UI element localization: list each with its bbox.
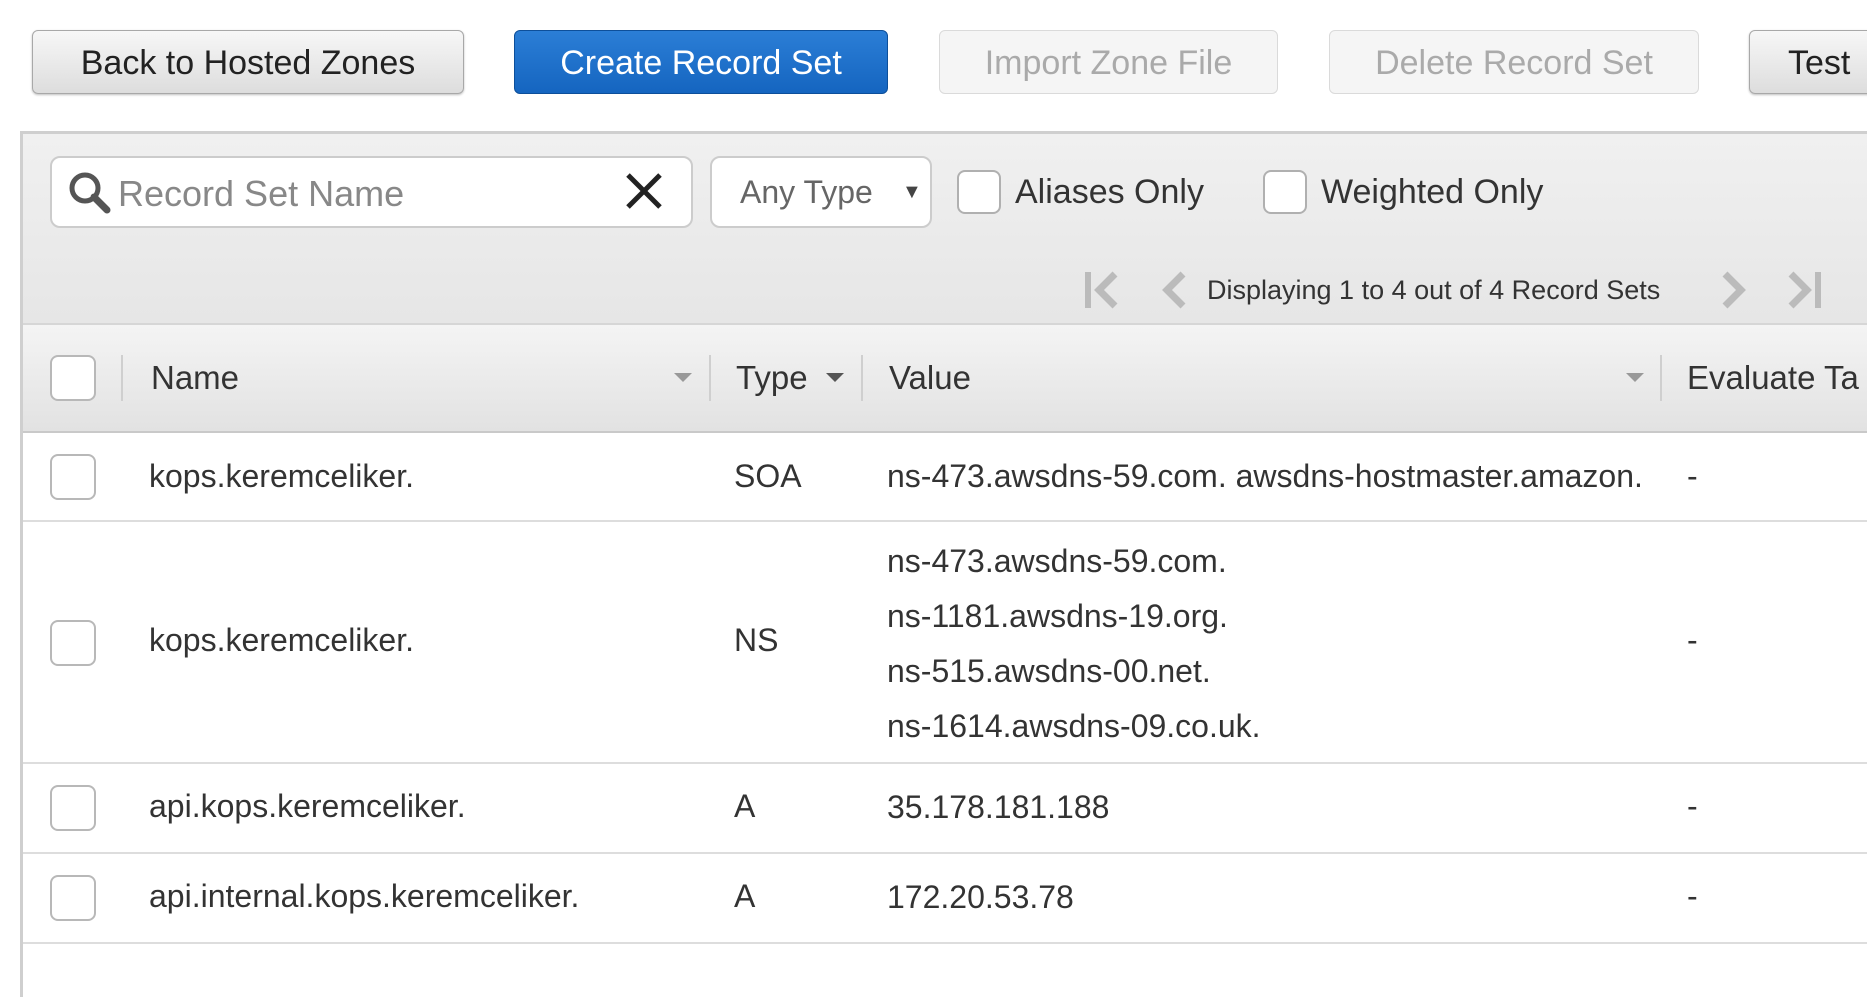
filter-bar: Any Type ▼ Aliases Only Weighted Only Di… bbox=[23, 134, 1867, 325]
record-name: kops.keremceliker. bbox=[149, 622, 414, 658]
column-separator bbox=[709, 355, 711, 401]
record-evaluate-target-health: - bbox=[1687, 458, 1698, 494]
record-evaluate-target-health: - bbox=[1687, 878, 1698, 914]
type-filter-value: Any Type bbox=[740, 174, 873, 210]
record-name: api.internal.kops.keremceliker. bbox=[149, 878, 580, 914]
record-type: NS bbox=[734, 622, 779, 658]
record-value-line: ns-1181.awsdns-19.org. bbox=[887, 598, 1228, 634]
delete-record-set-button[interactable]: Delete Record Set bbox=[1329, 30, 1699, 94]
record-value: 35.178.181.188 bbox=[887, 780, 1637, 835]
search-icon bbox=[69, 172, 111, 214]
pagination-status: Displaying 1 to 4 out of 4 Record Sets bbox=[1207, 275, 1661, 305]
row-checkbox[interactable] bbox=[50, 620, 96, 666]
select-all-checkbox[interactable] bbox=[50, 355, 96, 401]
type-sort-icon[interactable] bbox=[826, 373, 844, 382]
record-name: kops.keremceliker. bbox=[149, 458, 414, 494]
weighted-only-checkbox[interactable] bbox=[1263, 170, 1307, 214]
record-value-line: ns-515.awsdns-00.net. bbox=[887, 653, 1211, 689]
table-row[interactable]: api.kops.keremceliker. A 35.178.181.188 … bbox=[23, 764, 1867, 854]
test-record-set-button[interactable]: Test bbox=[1749, 30, 1867, 94]
last-page-icon[interactable] bbox=[1781, 268, 1825, 312]
record-value: ns-473.awsdns-59.com. awsdns-hostmaster.… bbox=[887, 449, 1641, 504]
column-header-evaluate-target-health[interactable]: Evaluate Ta bbox=[1687, 325, 1859, 431]
weighted-only-label: Weighted Only bbox=[1321, 173, 1544, 211]
record-name: api.kops.keremceliker. bbox=[149, 788, 466, 824]
row-checkbox[interactable] bbox=[50, 875, 96, 921]
route53-record-sets-page: Back to Hosted Zones Create Record Set I… bbox=[0, 0, 1867, 997]
column-header-value[interactable]: Value bbox=[889, 325, 971, 431]
table-row[interactable]: kops.keremceliker. NS ns-473.awsdns-59.c… bbox=[23, 522, 1867, 764]
record-value-line: ns-1614.awsdns-09.co.uk. bbox=[887, 708, 1261, 744]
row-checkbox[interactable] bbox=[50, 454, 96, 500]
search-input[interactable] bbox=[116, 170, 600, 218]
record-value: 172.20.53.78 bbox=[887, 870, 1637, 925]
column-separator bbox=[121, 355, 123, 401]
clear-search-icon[interactable] bbox=[622, 169, 666, 213]
table-row[interactable]: api.internal.kops.keremceliker. A 172.20… bbox=[23, 854, 1867, 944]
back-to-hosted-zones-button[interactable]: Back to Hosted Zones bbox=[32, 30, 464, 94]
record-evaluate-target-health: - bbox=[1687, 622, 1698, 658]
aliases-only-checkbox[interactable] bbox=[957, 170, 1001, 214]
column-header-name[interactable]: Name bbox=[151, 325, 239, 431]
record-type: A bbox=[734, 788, 756, 824]
next-page-icon[interactable] bbox=[1711, 268, 1755, 312]
previous-page-icon[interactable] bbox=[1153, 268, 1197, 312]
record-value-line: ns-473.awsdns-59.com. awsdns-hostmaster.… bbox=[887, 458, 1641, 494]
table-row[interactable]: kops.keremceliker. SOA ns-473.awsdns-59.… bbox=[23, 433, 1867, 522]
record-value: ns-473.awsdns-59.com. ns-1181.awsdns-19.… bbox=[887, 534, 1637, 754]
weighted-only-filter[interactable]: Weighted Only bbox=[1263, 170, 1563, 220]
first-page-icon[interactable] bbox=[1081, 268, 1125, 312]
record-value-line: 172.20.53.78 bbox=[887, 879, 1074, 915]
column-separator bbox=[861, 355, 863, 401]
record-value-line: 35.178.181.188 bbox=[887, 789, 1110, 825]
aliases-only-filter[interactable]: Aliases Only bbox=[957, 170, 1217, 220]
row-checkbox[interactable] bbox=[50, 785, 96, 831]
create-record-set-button[interactable]: Create Record Set bbox=[514, 30, 888, 94]
record-type: SOA bbox=[734, 458, 802, 494]
import-zone-file-button[interactable]: Import Zone File bbox=[939, 30, 1278, 94]
type-filter-select[interactable]: Any Type ▼ bbox=[710, 156, 932, 228]
record-sets-panel: Any Type ▼ Aliases Only Weighted Only Di… bbox=[20, 131, 1867, 997]
search-box bbox=[50, 156, 693, 228]
aliases-only-label: Aliases Only bbox=[1015, 173, 1204, 211]
name-sort-icon[interactable] bbox=[674, 373, 692, 382]
record-value-line: ns-473.awsdns-59.com. bbox=[887, 543, 1227, 579]
dropdown-arrow-icon: ▼ bbox=[902, 181, 922, 203]
record-evaluate-target-health: - bbox=[1687, 788, 1698, 824]
toolbar: Back to Hosted Zones Create Record Set I… bbox=[0, 0, 1867, 130]
record-type: A bbox=[734, 878, 756, 914]
value-sort-icon[interactable] bbox=[1626, 373, 1644, 382]
column-header-type[interactable]: Type bbox=[736, 325, 808, 431]
column-separator bbox=[1660, 355, 1662, 401]
table-header: Name Type Value Evaluate Ta bbox=[23, 325, 1867, 433]
